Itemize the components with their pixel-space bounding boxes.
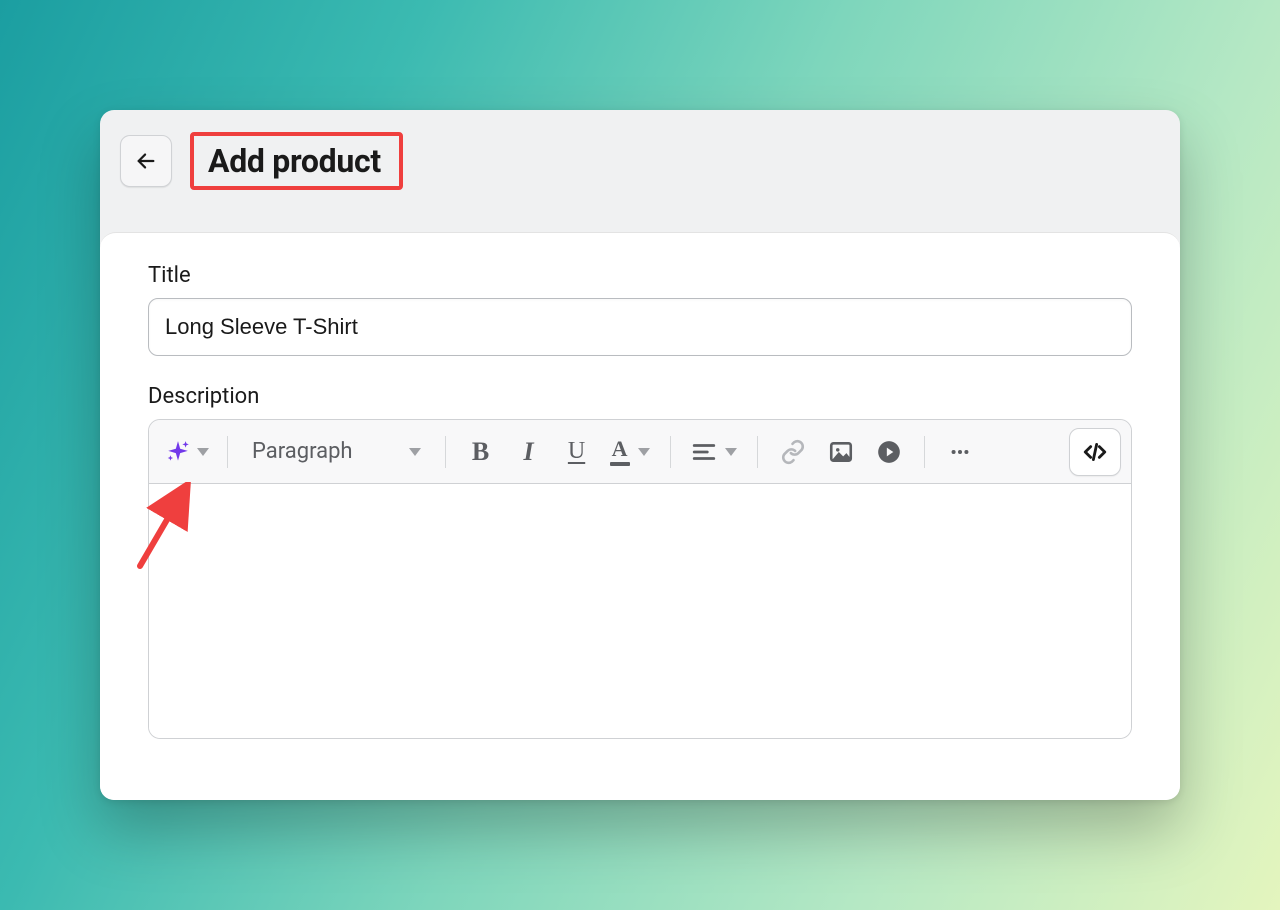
title-field: Title (148, 263, 1132, 356)
page-title: Add product (208, 142, 381, 180)
page-title-highlight: Add product (190, 132, 403, 190)
editor-toolbar: Paragraph B I U A (149, 420, 1131, 484)
toolbar-separator (227, 436, 228, 468)
chevron-down-icon (197, 448, 209, 456)
underline-icon: U (568, 438, 585, 465)
rich-text-editor: Paragraph B I U A (148, 419, 1132, 739)
product-card: Title Description (100, 232, 1180, 800)
toolbar-separator (757, 436, 758, 468)
align-left-icon (691, 439, 717, 465)
chevron-down-icon (725, 448, 737, 456)
arrow-left-icon (135, 150, 157, 172)
bold-icon: B (472, 437, 489, 467)
underline-button[interactable]: U (554, 430, 600, 474)
dots-horizontal-icon (949, 441, 971, 463)
html-source-button[interactable] (1069, 428, 1121, 476)
sparkle-icon (165, 439, 191, 465)
description-editor[interactable] (149, 484, 1131, 738)
align-button[interactable] (683, 430, 745, 474)
text-color-button[interactable]: A (602, 430, 658, 474)
more-options-button[interactable] (937, 430, 983, 474)
chevron-down-icon (409, 448, 421, 456)
bold-button[interactable]: B (458, 430, 504, 474)
toolbar-separator (445, 436, 446, 468)
description-label: Description (148, 384, 1132, 409)
toolbar-separator (670, 436, 671, 468)
image-icon (828, 439, 854, 465)
back-button[interactable] (120, 135, 172, 187)
format-select-value: Paragraph (252, 439, 353, 464)
description-field: Description Paragr (148, 384, 1132, 739)
link-button[interactable] (770, 430, 816, 474)
chevron-down-icon (638, 448, 650, 456)
code-icon (1082, 439, 1108, 465)
insert-image-button[interactable] (818, 430, 864, 474)
paragraph-format-select[interactable]: Paragraph (240, 430, 433, 474)
italic-icon: I (523, 437, 533, 467)
page-header: Add product (100, 110, 1180, 222)
insert-video-button[interactable] (866, 430, 912, 474)
link-icon (780, 439, 806, 465)
play-circle-icon (876, 439, 902, 465)
italic-button[interactable]: I (506, 430, 552, 474)
ai-generate-button[interactable] (159, 430, 215, 474)
title-label: Title (148, 263, 1132, 288)
text-color-icon: A (610, 438, 630, 466)
title-input[interactable] (148, 298, 1132, 356)
product-form-window: Add product Title Description (100, 110, 1180, 800)
toolbar-separator (924, 436, 925, 468)
